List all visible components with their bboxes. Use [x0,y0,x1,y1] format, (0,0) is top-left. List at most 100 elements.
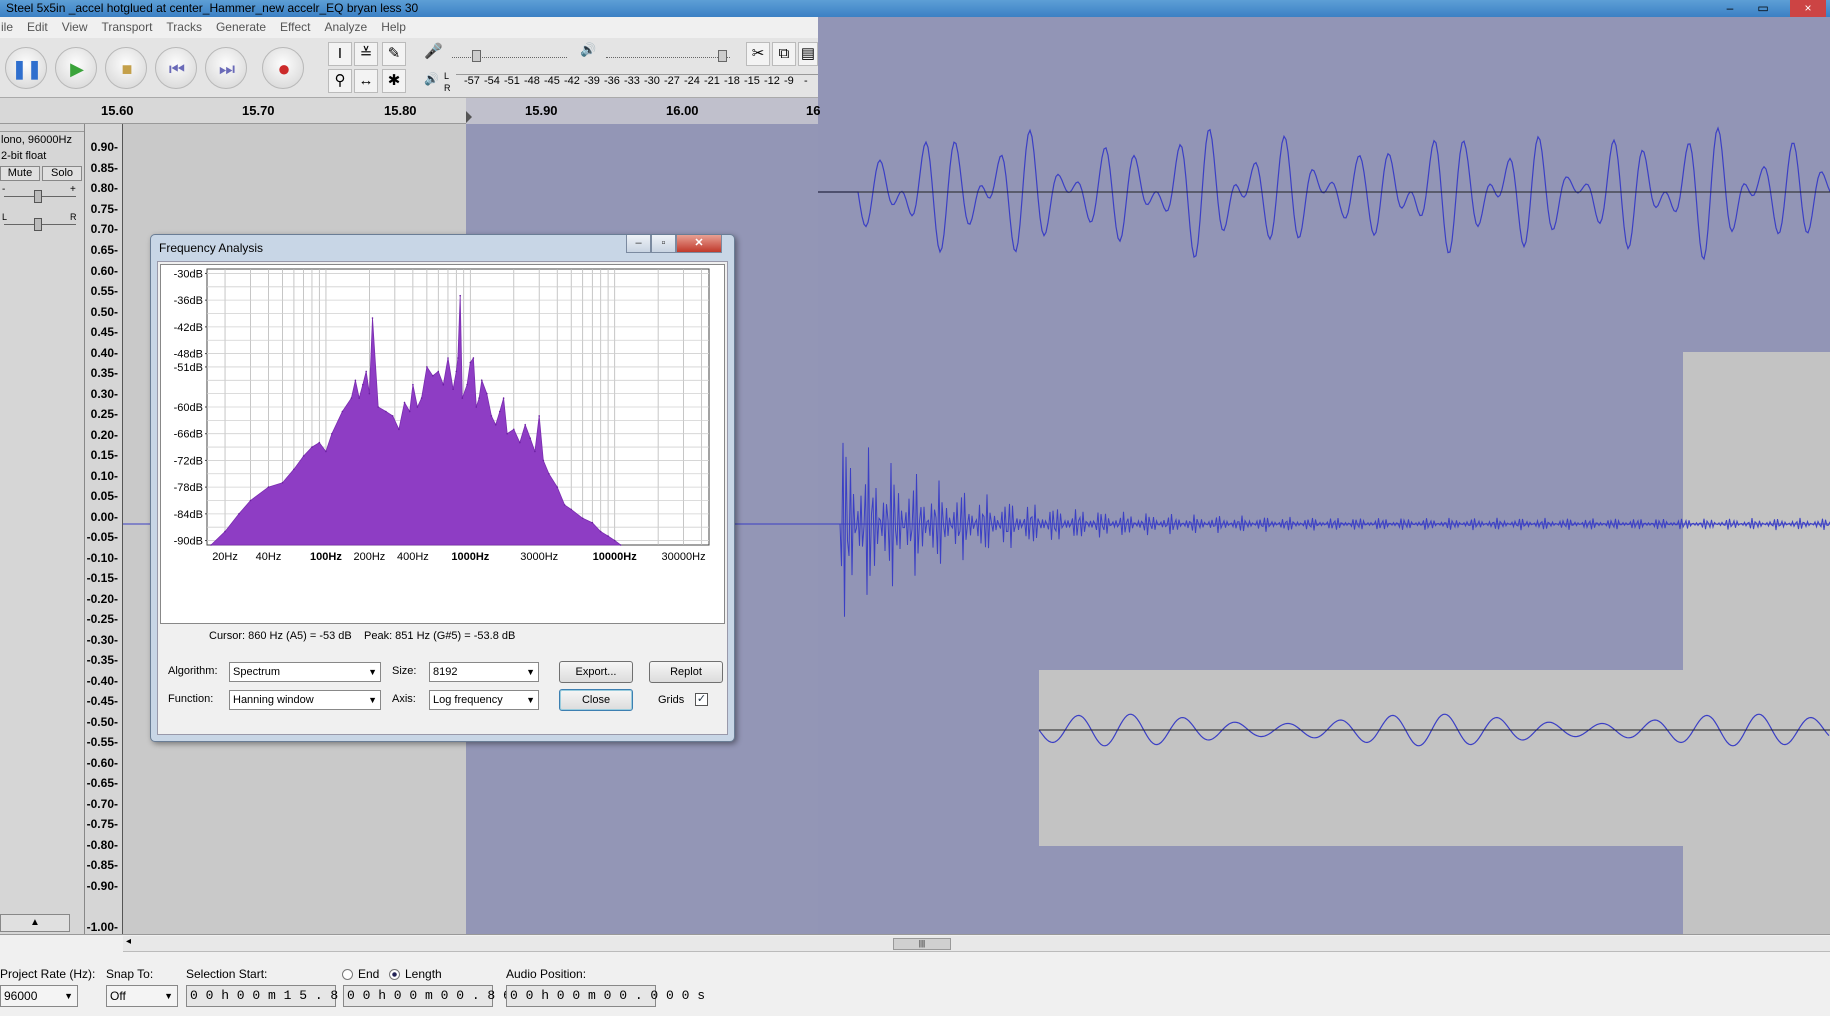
spectrum-point [542,459,545,462]
spectrum-point [466,383,468,386]
multi-tool[interactable]: ✱ [382,69,406,93]
meter-tick-label: - [804,75,808,87]
slider-thumb[interactable] [718,50,727,62]
spectrum-point [455,370,458,373]
selection-start-marker[interactable] [466,111,472,123]
audio-position-field[interactable]: 0 0 h 0 0 m 0 0 . 0 0 0 s [506,985,705,1007]
clip-background [1039,670,1683,846]
solo-button[interactable]: Solo [42,166,82,181]
menu-file[interactable]: ile [0,17,20,38]
timeshift-tool[interactable]: ↔ [354,69,378,93]
amplitude-tick-label: 0.10- [90,468,118,483]
close-window-icon[interactable]: × [1790,0,1826,17]
zoom-tool[interactable]: ⚲ [328,69,352,93]
input-volume-slider[interactable] [452,48,567,62]
menu-effect[interactable]: Effect [273,17,317,38]
snap-to-combo[interactable]: Off ▼ [106,985,178,1007]
project-rate-combo[interactable]: 96000 ▼ [0,985,78,1007]
x-tick-label: 3000Hz [520,551,558,563]
y-tick-label: -48dB [174,349,203,361]
replot-button[interactable]: Replot [649,661,723,683]
spectrum-point [529,437,531,439]
length-radio[interactable] [389,969,400,980]
maximize-icon[interactable]: ▭ [1748,0,1778,17]
horizontal-scrollbar[interactable]: ◂ ||| [123,936,1830,952]
scroll-left-icon[interactable]: ◂ [126,936,131,947]
y-tick-label: -78dB [174,482,203,494]
frequency-analysis-dialog: Frequency Analysis – ▫ ✕ -30dB -36dB -42dB… [150,234,735,742]
menu-tracks[interactable]: Tracks [159,17,209,38]
timeline-ruler[interactable]: 15.60 15.70 15.80 15.90 16.00 16 [0,98,820,124]
draw-tool[interactable]: ✎ [382,42,406,66]
close-button[interactable]: Close [559,689,633,711]
grids-checkbox[interactable]: ✓ [695,693,708,706]
scrollbar-thumb[interactable]: ||| [893,938,951,950]
amplitude-tick-label: 0.90- [90,140,118,155]
mute-button[interactable]: Mute [0,166,40,181]
y-tick-label: -36dB [174,295,203,307]
size-select[interactable]: 8192 ▼ [429,662,539,682]
skip-start-button[interactable]: ⏮ [155,47,197,89]
menu-transport[interactable]: Transport [95,17,160,38]
amplitude-tick-label: 0.05- [90,489,118,504]
maximize-icon: ▫ [661,237,666,249]
minimize-icon[interactable]: – [1715,0,1745,17]
gain-plus-label: + [70,184,76,195]
record-button[interactable]: ● [262,47,304,89]
spectrum-point [581,517,584,520]
paste-icon: ▤ [800,45,816,62]
spectrum-chart[interactable]: -30dB -36dB -42dB -48dB-51dB -60dB -66dB -72dB… [161,265,724,623]
menu-help[interactable]: Help [374,17,413,38]
stop-button[interactable]: ■ [105,47,147,89]
spectrum-point [403,401,406,404]
axis-select[interactable]: Log frequency ▼ [429,690,539,710]
function-select[interactable]: Hanning window ▼ [229,690,381,710]
meter-l-label: L [444,71,450,81]
spectrum-point [408,410,411,413]
menu-analyze[interactable]: Analyze [317,17,374,38]
output-volume-slider[interactable] [606,48,730,62]
length-field[interactable]: 0 0 h 0 0 m 0 0 . 8 6 3 s [343,985,542,1007]
play-button[interactable]: ▶ [55,47,97,89]
spectrum-point [249,499,252,502]
spectrum-point [570,508,572,511]
export-button[interactable]: Export... [559,661,633,683]
algorithm-select[interactable]: Spectrum ▼ [229,662,381,682]
end-radio[interactable] [342,969,353,980]
skip-end-button[interactable]: ⏭ [205,47,247,89]
selection-tool[interactable]: I [328,42,352,66]
project-rate-value: 96000 [4,989,38,1003]
y-tick-label: -84dB [174,509,203,521]
menu-edit[interactable]: Edit [20,17,55,38]
spectrum-point [331,432,333,435]
collapse-track-button[interactable]: ▲ [0,914,70,932]
spectrum-point [358,397,360,399]
gain-slider-thumb[interactable] [34,190,42,203]
playback-meter-scale[interactable]: -57 -54 -51 -48 -45 -42 -39 -36 -33 -30 -27 -24 -21-… [456,74,818,90]
menu-view[interactable]: View [55,17,95,38]
meter-tick-label: -36 [604,75,620,87]
pause-button[interactable]: ❚❚ [5,47,47,89]
dropdown-arrow-icon: ▼ [368,695,377,705]
selection-start-field[interactable]: 0 0 h 0 0 m 1 5 . 8 4 7 s [186,985,385,1007]
dialog-maximize-button[interactable]: ▫ [651,235,676,253]
copy-button[interactable]: ⧉ [772,42,796,66]
pan-slider-thumb[interactable] [34,218,42,231]
clip-background [1683,352,1830,934]
spectrum-point [210,544,212,546]
envelope-tool[interactable]: ≚ [354,42,378,66]
spectrum-point [432,375,434,377]
checkmark-icon: ✓ [696,693,707,705]
pause-icon: ❚❚ [11,58,43,79]
dialog-minimize-button[interactable]: – [626,235,651,253]
slider-thumb[interactable] [472,50,481,62]
trim-button[interactable]: ✂ [746,42,770,66]
paste-button[interactable]: ▤ [798,42,818,66]
microphone-icon: 🎤 [424,43,443,60]
dialog-close-x-button[interactable]: ✕ [676,235,722,253]
menu-generate[interactable]: Generate [209,17,273,38]
spectrum-plot[interactable]: -30dB -36dB -42dB -48dB -51dB -60dB -66dB -72dB… [160,264,725,624]
spectrum-point [398,428,400,431]
spectrum-point [350,397,353,399]
spectrum-point [293,468,295,471]
